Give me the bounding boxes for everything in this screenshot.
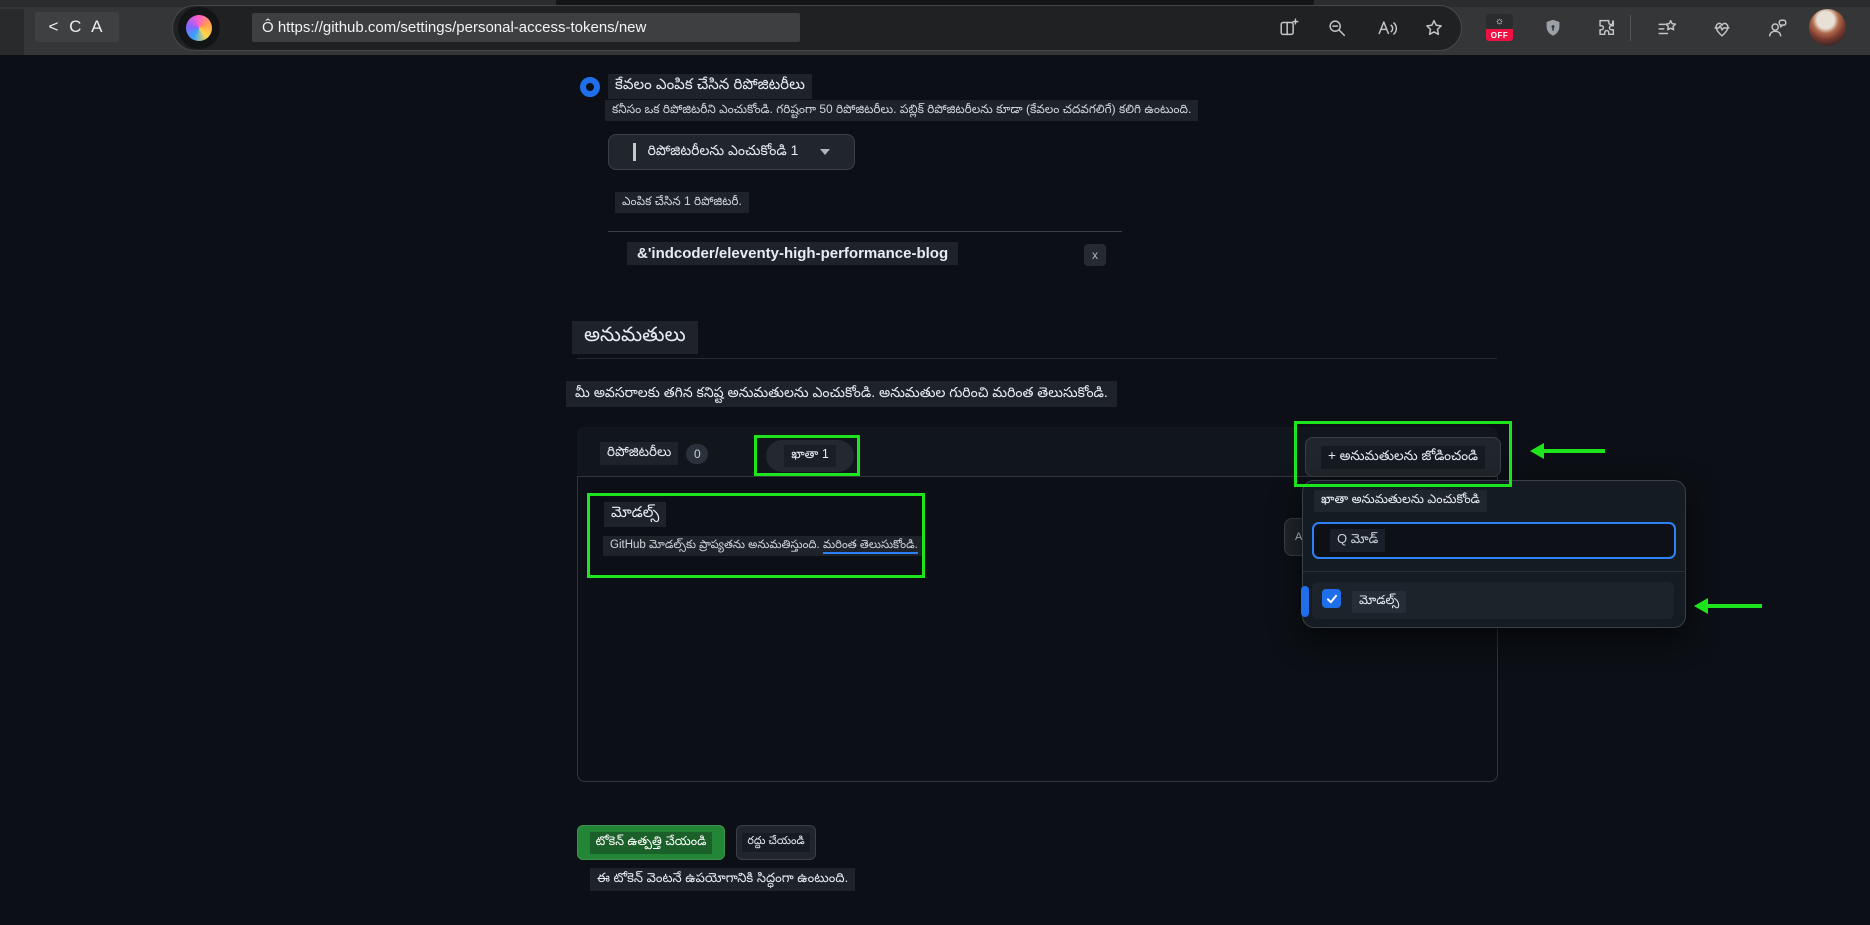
tab-repositories-count: 0 (686, 444, 708, 464)
radio-description: కనీసం ఒక రిపోజిటరీని ఎంచుకోండి. గరిష్టంగ… (605, 100, 1198, 121)
bulb-icon: ☼ (1486, 14, 1513, 29)
close-icon: x (1092, 248, 1098, 262)
window-corner (0, 9, 24, 55)
feedback-icon[interactable] (1766, 17, 1788, 39)
dropdown-title: ఖాతా అనుమతులను ఎంచుకోండి (1314, 490, 1487, 512)
favorites-star-icon[interactable] (1423, 17, 1445, 39)
token-note-wrap: ఈ టోకెన్ వెంటనే ఉపయోగానికి సిద్ధంగా ఉంటు… (590, 868, 855, 891)
tab-repositories-label: రిపోజిటరీలు (600, 442, 678, 465)
repo-name[interactable]: &'indcoder/eleventy-high-performance-blo… (627, 242, 958, 265)
split-screen-icon[interactable] (1278, 17, 1300, 39)
selected-summary: ఎంపిక చేసిన 1 రిపోజిటరీ. (615, 192, 749, 213)
repo-list-divider (608, 231, 1122, 232)
dropdown-title-wrap: ఖాతా అనుమతులను ఎంచుకోండి (1314, 490, 1487, 512)
annotation-arrow-add-permissions-head (1530, 443, 1544, 459)
collections-icon[interactable] (1656, 17, 1678, 39)
select-repositories-button[interactable]: రిపోజిటరీలను ఎంచుకోండి 1 (608, 134, 855, 170)
add-permissions-label: + అనుమతులను జోడించండి (1321, 446, 1485, 469)
selected-summary-wrap: ఎంపిక చేసిన 1 రిపోజిటరీ. (615, 192, 749, 213)
permission-search-input[interactable]: Q మోడ్ (1312, 522, 1676, 559)
option-accent-bar (1301, 586, 1309, 617)
generate-token-label: టోకెన్ ఉత్పత్తి చేయండి (590, 832, 713, 854)
adblock-off-label: OFF (1486, 29, 1513, 41)
select-repositories-label: రిపోజిటరీలను ఎంచుకోండి 1 (648, 142, 799, 162)
repo-row: &'indcoder/eleventy-high-performance-blo… (627, 242, 958, 265)
token-note: ఈ టోకెన్ వెంటనే ఉపయోగానికి సిద్ధంగా ఉంటు… (590, 868, 855, 891)
models-description-wrap: GitHub మోడల్స్‌కు ప్రాప్యతను అనుమతిస్తుం… (603, 535, 925, 556)
tab-account[interactable]: ఖాతా 1 (766, 440, 854, 472)
models-checkbox[interactable] (1322, 589, 1341, 608)
radio-description-wrap: కనీసం ఒక రిపోజిటరీని ఎంచుకోండి. గరిష్టంగ… (605, 100, 1198, 121)
add-permissions-button[interactable]: + అనుమతులను జోడించండి (1305, 437, 1501, 477)
profile-avatar[interactable] (1809, 9, 1846, 46)
permissions-heading-wrap: అనుమతులు (572, 321, 698, 354)
url-text-box[interactable]: Ô https://github.com/settings/personal-a… (252, 13, 800, 42)
cancel-label: రద్దు చేయండి (742, 833, 809, 852)
annotation-arrow-option-head (1694, 598, 1708, 614)
zoom-out-icon[interactable] (1326, 17, 1348, 39)
read-aloud-icon[interactable] (1376, 17, 1398, 39)
copilot-button[interactable] (178, 7, 220, 49)
selected-repos-radio-label[interactable]: కేవలం ఎంపిక చేసిన రిపోజిటరీలు (608, 74, 812, 99)
screen: < C A Ô https://github.com/settings/pers… (0, 0, 1870, 925)
generate-token-button[interactable]: టోకెన్ ఉత్పత్తి చేయండి (577, 825, 725, 860)
permissions-description-wrap: మీ అవసరాలకు తగిన కనిష్ట అనుమతులను ఎంచుకో… (566, 381, 1117, 407)
url-text: Ô https://github.com/settings/personal-a… (262, 19, 646, 36)
tab-account-label: ఖాతా 1 (784, 445, 836, 467)
extensions-puzzle-icon[interactable] (1595, 17, 1617, 39)
cancel-button[interactable]: రద్దు చేయండి (736, 825, 816, 860)
permission-search-value: Q మోడ్ (1330, 529, 1385, 552)
dropdown-divider (1303, 571, 1685, 572)
models-option-label-wrap: మోడల్స్ (1352, 591, 1406, 613)
remove-repo-button[interactable]: x (1084, 244, 1106, 266)
chevron-down-icon (820, 149, 830, 155)
permissions-description[interactable]: మీ అవసరాలకు తగిన కనిష్ట అనుమతులను ఎంచుకో… (566, 381, 1117, 407)
tracking-shield-icon[interactable] (1542, 17, 1564, 39)
annotation-arrow-add-permissions (1543, 449, 1605, 453)
models-title-wrap: మోడల్స్ (604, 502, 666, 527)
permissions-heading: అనుమతులు (572, 321, 698, 354)
copilot-icon (186, 15, 212, 41)
browser-back-cluster[interactable]: < C A (35, 12, 119, 42)
radio-label-wrap: కేవలం ఎంపిక చేసిన రిపోజిటరీలు (608, 74, 812, 99)
tab-repositories[interactable]: రిపోజిటరీలు 0 (600, 442, 708, 465)
back-cluster-label: < C A (48, 17, 105, 37)
learn-more-link[interactable]: మరింత తెలుసుకోండి. (823, 539, 918, 554)
annotation-arrow-option (1707, 604, 1762, 608)
check-icon (1325, 592, 1339, 606)
adblock-off-icon[interactable]: ☼ OFF (1486, 14, 1513, 41)
permissions-divider (577, 358, 1497, 359)
models-title: మోడల్స్ (604, 502, 666, 527)
models-description: GitHub మోడల్స్‌కు ప్రాప్యతను అనుమతిస్తుం… (603, 536, 925, 556)
selected-repos-radio[interactable] (580, 77, 600, 97)
models-option-label: మోడల్స్ (1352, 591, 1406, 613)
browser-essentials-icon[interactable] (1711, 17, 1733, 39)
toolbar-divider (1630, 15, 1631, 41)
book-icon (633, 143, 636, 161)
